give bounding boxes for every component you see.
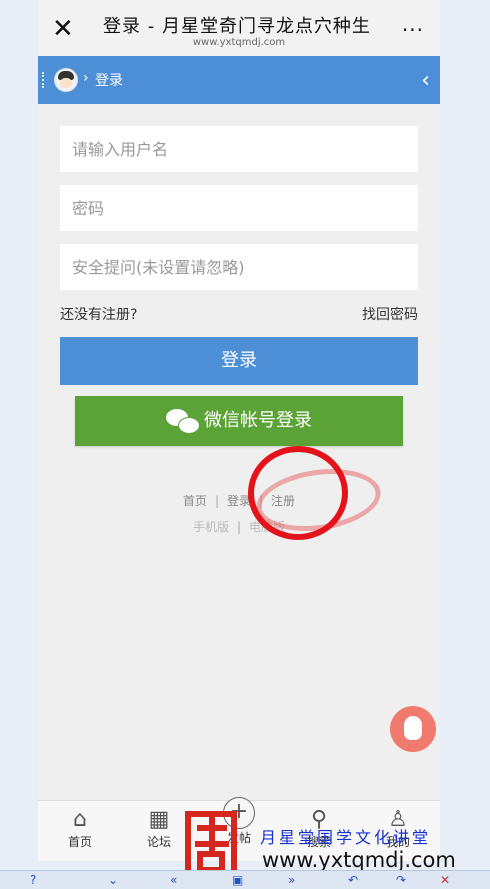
annotation-circle	[248, 446, 348, 540]
undo-icon[interactable]: ↶	[348, 873, 358, 887]
tab-home[interactable]: ⌂ 首页	[50, 807, 110, 850]
register-link[interactable]: 还没有注册?	[60, 304, 137, 324]
avatar[interactable]	[54, 68, 78, 92]
forgot-password-link[interactable]: 找回密码	[362, 304, 418, 324]
login-panel: 还没有注册? 找回密码 登录 微信帐号登录 首页|登录|注册 手机版|电脑版	[38, 104, 440, 800]
page-domain: www.yxtqmdj.com	[192, 37, 286, 48]
browser-toolbar: ? ⌄ « ▣ » ↶ ↷ ✕	[0, 870, 490, 889]
footer-link-mobile[interactable]: 手机版	[193, 520, 229, 534]
footer-separator: |	[236, 520, 242, 534]
footer-links-secondary: 手机版 | 电脑版	[38, 518, 440, 535]
home-icon: ⌂	[73, 807, 87, 832]
security-question-input[interactable]	[60, 244, 418, 290]
qq-chat-button[interactable]	[390, 706, 436, 752]
first-page-icon[interactable]: «	[170, 873, 177, 887]
last-page-icon[interactable]: »	[288, 873, 295, 887]
footer-link-home[interactable]: 首页	[183, 494, 207, 508]
breadcrumb-separator: ›	[83, 70, 89, 86]
watermark-url: www.yxtqmdj.com	[262, 848, 456, 872]
help-icon[interactable]: ?	[30, 873, 36, 887]
chevron-left-icon[interactable]: ‹	[421, 68, 430, 93]
drag-handle-icon[interactable]	[42, 72, 46, 88]
watermark-title: 月星堂国学文化讲堂	[260, 828, 432, 847]
tab-label: 论坛	[146, 835, 171, 849]
login-button[interactable]: 登录	[60, 337, 418, 385]
browser-title-bar: ✕ 登录 - 月星堂奇门寻龙点穴种生 www.yxtqmdj.com ...	[38, 0, 440, 56]
wechat-icon	[166, 409, 200, 434]
tab-label: 首页	[67, 835, 92, 849]
footer-separator: |	[214, 494, 219, 508]
download-icon[interactable]: ⌄	[108, 873, 118, 887]
close-icon[interactable]: ✕	[440, 873, 450, 887]
username-input[interactable]	[60, 126, 418, 172]
more-menu-button[interactable]: ...	[402, 12, 424, 36]
redo-icon[interactable]: ↷	[396, 873, 406, 887]
password-input[interactable]	[60, 185, 418, 231]
wechat-login-label: 微信帐号登录	[204, 410, 312, 431]
page-title: 登录 - 月星堂奇门寻龙点穴种生	[103, 16, 371, 37]
breadcrumb: › 登录 ‹	[38, 56, 440, 104]
page-icon[interactable]: ▣	[232, 873, 243, 887]
breadcrumb-current: 登录	[95, 73, 123, 89]
wechat-login-button[interactable]: 微信帐号登录	[75, 396, 403, 446]
